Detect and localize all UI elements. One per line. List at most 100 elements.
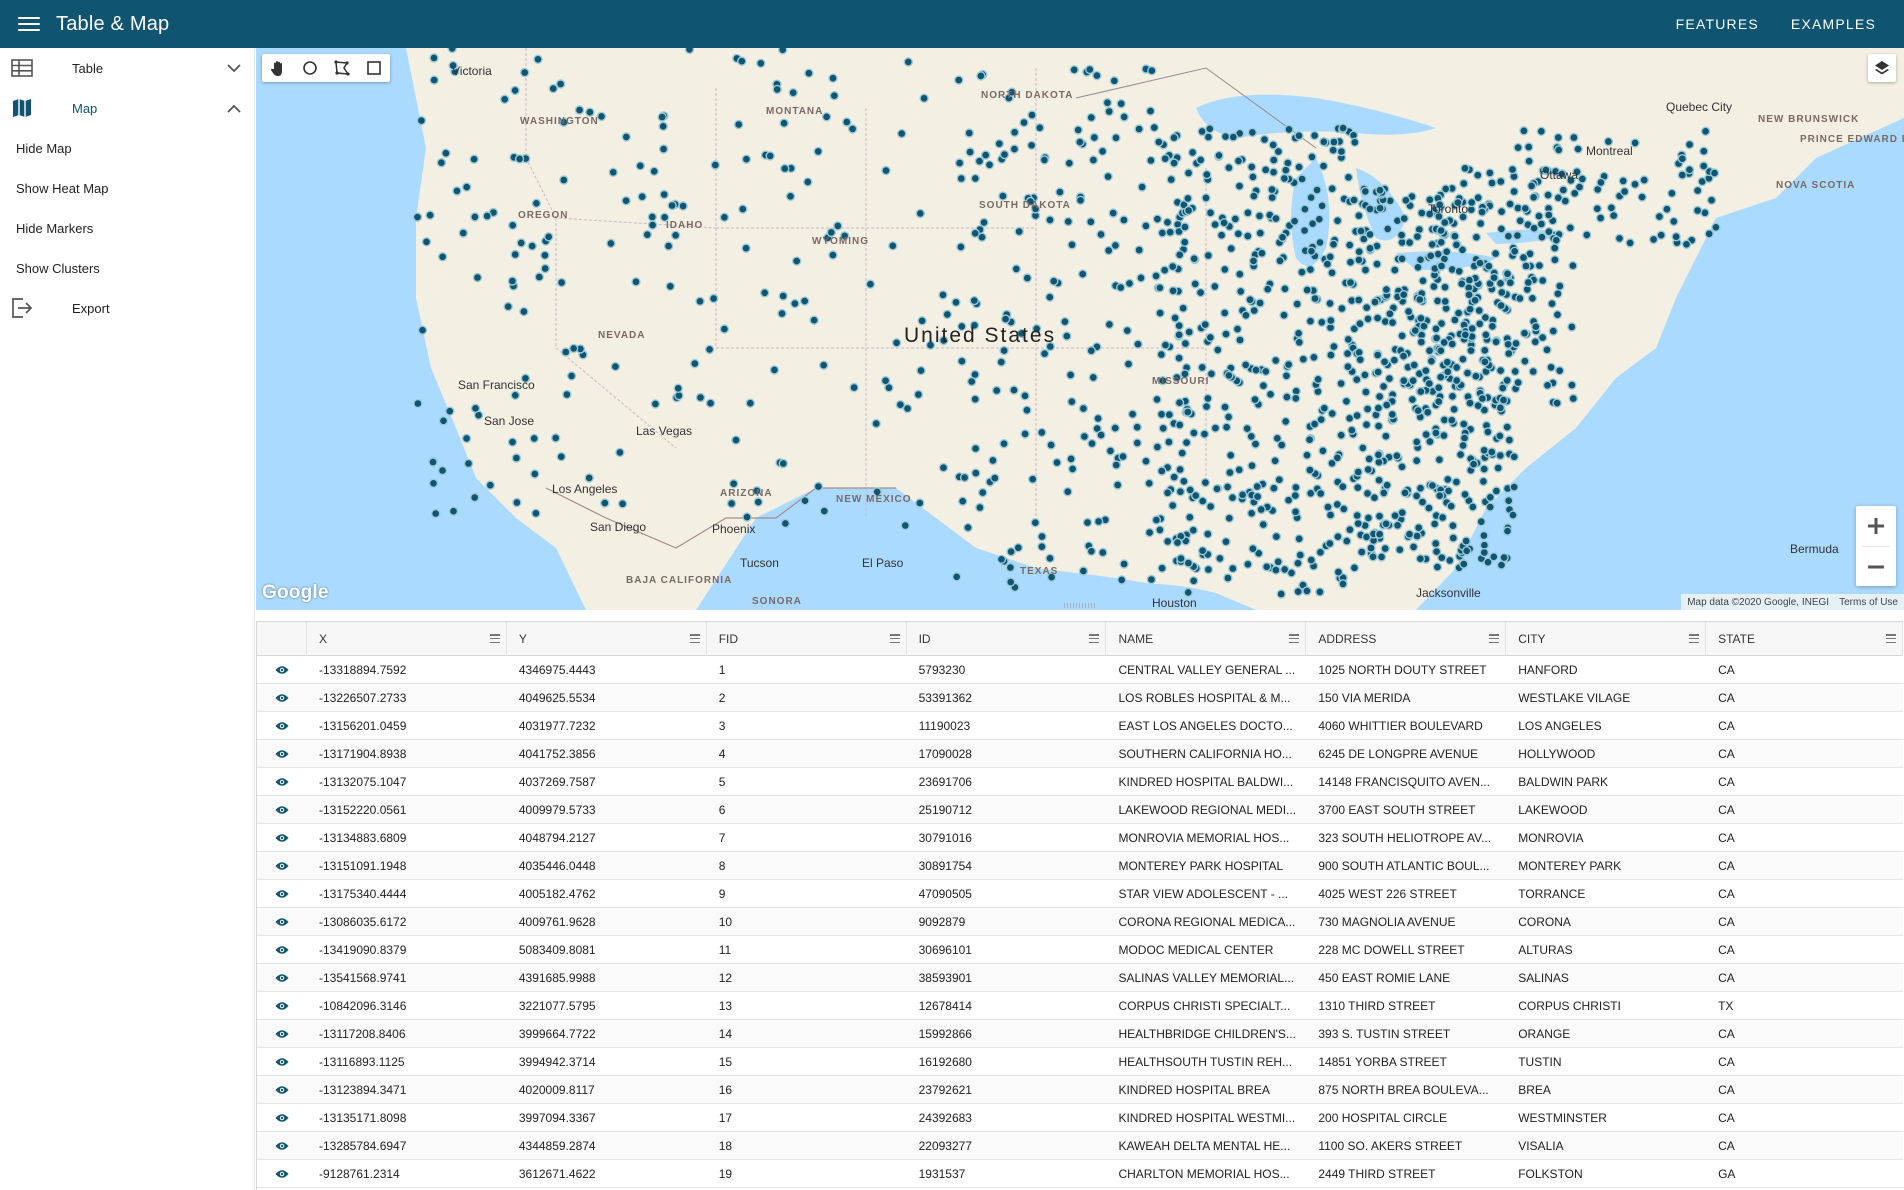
map-marker[interactable] <box>1104 245 1114 256</box>
map-marker[interactable] <box>1011 264 1021 274</box>
table-row[interactable]: -13086035.6172 4009761.9628 10 9092879 CORON… <box>257 908 1903 936</box>
map-marker[interactable] <box>1086 546 1097 556</box>
map-marker[interactable] <box>1358 443 1368 453</box>
map-marker[interactable] <box>1342 536 1352 546</box>
map-marker[interactable] <box>1354 246 1364 257</box>
map-marker[interactable] <box>1510 366 1520 377</box>
map-marker[interactable] <box>1445 555 1455 566</box>
map-marker[interactable] <box>1333 567 1344 577</box>
map-marker[interactable] <box>520 67 530 78</box>
map-marker[interactable] <box>1075 137 1085 147</box>
map-marker[interactable] <box>1523 142 1534 152</box>
map-marker[interactable] <box>1319 403 1330 413</box>
map-marker[interactable] <box>1509 186 1519 197</box>
map-marker[interactable] <box>1256 504 1266 515</box>
map-marker[interactable] <box>1292 299 1302 309</box>
map-marker[interactable] <box>1592 203 1603 214</box>
map-marker[interactable] <box>1440 296 1450 307</box>
map-marker[interactable] <box>1518 252 1529 263</box>
map-marker[interactable] <box>540 250 550 261</box>
map-marker[interactable] <box>1327 408 1337 419</box>
map-marker[interactable] <box>1252 481 1262 492</box>
map-marker[interactable] <box>994 138 1004 149</box>
map-marker[interactable] <box>829 91 839 101</box>
map-marker[interactable] <box>470 212 480 222</box>
map-marker[interactable] <box>1146 155 1156 166</box>
map-marker[interactable] <box>970 173 980 184</box>
map-marker[interactable] <box>800 296 810 306</box>
map-marker[interactable] <box>1475 258 1485 268</box>
map-marker[interactable] <box>556 452 566 462</box>
map-marker[interactable] <box>1443 367 1453 377</box>
map-marker[interactable] <box>1353 482 1363 493</box>
map-marker[interactable] <box>1619 186 1630 197</box>
map-marker[interactable] <box>1089 132 1099 143</box>
map-marker[interactable] <box>1305 488 1316 498</box>
map-marker[interactable] <box>1160 265 1170 275</box>
map-marker[interactable] <box>1499 552 1509 563</box>
map-marker[interactable] <box>788 88 798 98</box>
map-marker[interactable] <box>1509 246 1520 257</box>
map-marker[interactable] <box>1543 190 1553 200</box>
map-marker[interactable] <box>1189 576 1199 586</box>
map-marker[interactable] <box>734 119 744 130</box>
map-marker[interactable] <box>888 241 898 251</box>
map-marker[interactable] <box>1009 127 1020 138</box>
map-marker[interactable] <box>1381 519 1391 529</box>
map-marker[interactable] <box>981 150 991 160</box>
map-marker[interactable] <box>1662 204 1672 214</box>
map-marker[interactable] <box>1410 325 1421 336</box>
map-marker[interactable] <box>975 502 985 513</box>
table-row[interactable]: -13134883.6809 4048794.2127 7 30791016 MONRO… <box>257 824 1903 852</box>
map-marker[interactable] <box>821 112 832 122</box>
map-marker[interactable] <box>1325 538 1335 549</box>
map-marker[interactable] <box>1221 329 1231 339</box>
map-marker[interactable] <box>1549 243 1560 253</box>
map-marker[interactable] <box>1569 132 1579 143</box>
map-marker[interactable] <box>1387 409 1398 420</box>
map-marker[interactable] <box>551 433 561 443</box>
map-marker[interactable] <box>1261 366 1271 377</box>
map-marker[interactable] <box>1063 487 1073 497</box>
map-marker[interactable] <box>1242 423 1252 434</box>
header-cell-id[interactable]: ID <box>907 622 1107 656</box>
map-marker[interactable] <box>1568 260 1578 271</box>
map-marker[interactable] <box>1485 168 1495 178</box>
map-marker[interactable] <box>1474 319 1485 329</box>
map-marker[interactable] <box>1133 339 1143 349</box>
map-marker[interactable] <box>1124 278 1135 289</box>
map-marker[interactable] <box>1684 164 1695 175</box>
map-marker[interactable] <box>1374 391 1385 402</box>
map-marker[interactable] <box>1361 387 1371 397</box>
map-marker[interactable] <box>650 399 661 409</box>
map-marker[interactable] <box>1220 402 1230 412</box>
map-marker[interactable] <box>1375 203 1385 213</box>
map-marker[interactable] <box>1247 162 1257 172</box>
map-marker[interactable] <box>1220 131 1231 142</box>
map-marker[interactable] <box>1692 205 1703 216</box>
map-marker[interactable] <box>1352 510 1362 521</box>
map-marker[interactable] <box>510 249 520 260</box>
map-marker[interactable] <box>1504 435 1515 445</box>
map-marker[interactable] <box>1199 429 1210 439</box>
map-marker[interactable] <box>1465 304 1475 314</box>
map-marker[interactable] <box>1451 375 1462 386</box>
map-marker[interactable] <box>1336 430 1346 440</box>
map-marker[interactable] <box>1294 534 1304 544</box>
map-marker[interactable] <box>1421 366 1431 376</box>
map-marker[interactable] <box>1400 488 1410 498</box>
table-row[interactable]: -10842096.3146 3221077.5795 13 12678414 CORP… <box>257 992 1903 1020</box>
map-marker[interactable] <box>1144 478 1154 488</box>
map-marker[interactable] <box>1319 137 1329 147</box>
map-marker[interactable] <box>1424 378 1435 389</box>
map-marker[interactable] <box>1232 324 1243 334</box>
map-marker[interactable] <box>1151 271 1161 281</box>
map-marker[interactable] <box>1035 123 1045 133</box>
map-marker[interactable] <box>1401 195 1411 206</box>
map-marker[interactable] <box>952 572 962 582</box>
map-marker[interactable] <box>1248 172 1258 182</box>
column-menu-icon[interactable] <box>1289 634 1300 643</box>
map-marker[interactable] <box>1381 400 1392 410</box>
map-marker[interactable] <box>1434 491 1445 501</box>
map-marker[interactable] <box>647 212 657 222</box>
